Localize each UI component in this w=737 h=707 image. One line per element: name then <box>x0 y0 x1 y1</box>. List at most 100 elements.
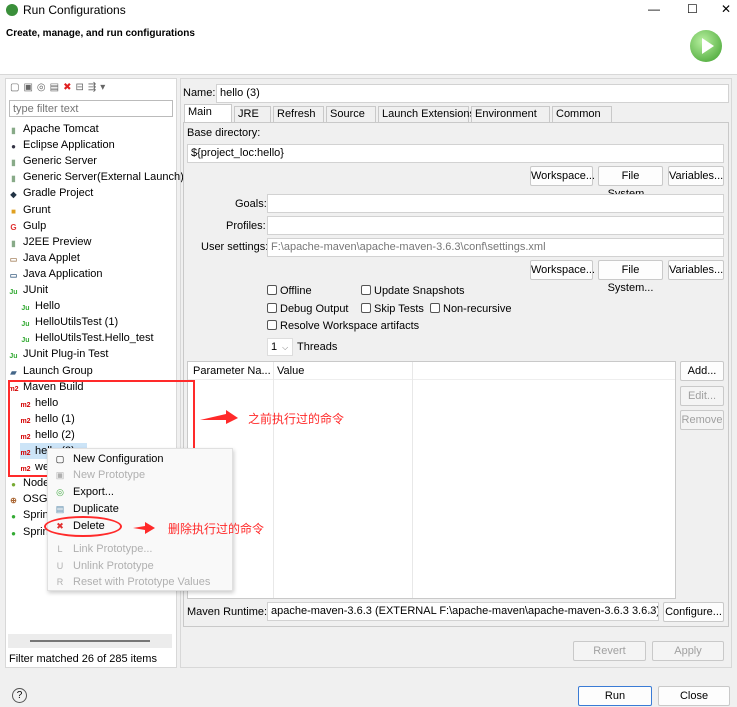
spring-icon: ● <box>11 512 16 522</box>
threads-select[interactable]: 1 ⌵ <box>267 338 293 356</box>
file-system-button[interactable]: File System... <box>598 166 663 200</box>
tab-source[interactable]: Source <box>326 106 376 122</box>
column-header-parameter[interactable]: Parameter Na... <box>193 365 271 377</box>
tree-item[interactable]: ▭ Java Application <box>8 266 103 282</box>
edit-button[interactable]: Edit... <box>680 386 724 406</box>
tab-jre[interactable]: JRE <box>234 106 271 122</box>
workspace-button[interactable]: Workspace... <box>530 166 595 186</box>
tree-item-label: Generic Server(External Launch) <box>23 171 184 184</box>
tree-item[interactable]: ⊕ OSGi <box>8 491 50 507</box>
menu-reset-prototype: R Reset with Prototype Values <box>56 576 211 588</box>
maximize-button[interactable]: ☐ <box>687 2 698 16</box>
tab-refresh[interactable]: Refresh <box>273 106 324 122</box>
user-settings-input[interactable]: F:\apache-maven\apache-maven-3.6.3\conf\… <box>267 238 724 257</box>
revert-button[interactable]: Revert <box>573 641 646 661</box>
tree-item-label: Gulp <box>23 219 47 232</box>
window-title: Run Configurations <box>23 3 126 17</box>
base-dir-input[interactable]: ${project_loc:hello} <box>187 144 724 163</box>
tree-item[interactable]: G Gulp <box>8 218 46 234</box>
file-system-button-2[interactable]: File System... <box>598 260 663 294</box>
tree-item[interactable]: ▮ Apache Tomcat <box>8 121 99 137</box>
profiles-label: Profiles: <box>226 220 266 232</box>
tree-item[interactable]: Ju JUnit <box>8 282 48 298</box>
tree-item[interactable]: ● Eclipse Application <box>8 137 115 153</box>
add-button[interactable]: Add... <box>680 361 724 381</box>
apply-button[interactable]: Apply <box>652 641 724 661</box>
remove-button[interactable]: Remove <box>680 410 724 430</box>
close-window-button[interactable]: ✕ <box>721 2 731 16</box>
menu-new-prototype: ▣ New Prototype <box>55 469 146 481</box>
tree-item[interactable]: ▭ Java Applet <box>8 250 80 266</box>
tree-item[interactable]: Ju HelloUtilsTest (1) <box>20 314 118 330</box>
run-button[interactable]: Run <box>578 686 652 706</box>
new-proto-icon[interactable]: ▣ <box>23 82 36 93</box>
tree-item-label: Apache Tomcat <box>23 123 99 135</box>
new-config-icon[interactable]: ▢ <box>10 82 23 93</box>
menu-duplicate[interactable]: ▤ Duplicate <box>48 501 234 517</box>
menu-export[interactable]: ◎ Export... <box>48 484 234 500</box>
maven-runtime-select[interactable]: apache-maven-3.6.3 (EXTERNAL F:\apache-m… <box>267 602 659 621</box>
filter-input[interactable] <box>9 100 173 117</box>
link-icon: L <box>57 544 63 554</box>
tree-item[interactable]: ● Node <box>8 475 49 491</box>
annotation-arrow-top <box>200 410 238 424</box>
maven-runtime-label: Maven Runtime: <box>187 606 268 618</box>
tree-item[interactable]: ■ Grunt <box>8 202 50 218</box>
filter-icon[interactable]: ⇶ <box>88 82 100 93</box>
menu-dropdown-icon[interactable]: ▾ <box>100 82 109 93</box>
goals-label: Goals: <box>235 198 267 210</box>
variables-button-2[interactable]: Variables... <box>668 260 724 280</box>
tree-toolbar: ▢▣◎▤✖⊟⇶▾ <box>10 82 109 93</box>
tree-item[interactable]: ▮ Generic Server <box>8 153 97 169</box>
filter-status: Filter matched 26 of 285 items <box>9 653 157 665</box>
osgi-icon: ⊕ <box>10 496 17 506</box>
workspace-button-2[interactable]: Workspace... <box>530 260 595 280</box>
collapse-icon[interactable]: ⊟ <box>75 82 87 93</box>
unlink-icon: U <box>56 561 64 571</box>
configure-button[interactable]: Configure... <box>663 602 724 622</box>
grunt-icon: ■ <box>11 206 16 216</box>
resolve-workspace-checkbox[interactable]: Resolve Workspace artifacts <box>267 320 419 332</box>
skip-tests-checkbox[interactable]: Skip Tests <box>361 303 424 315</box>
tree-item[interactable]: Ju HelloUtilsTest.Hello_test <box>20 330 153 346</box>
parameter-table[interactable]: Parameter Na... Value <box>187 361 676 599</box>
offline-checkbox[interactable]: Offline <box>267 285 312 297</box>
tree-item[interactable]: ● Sprin <box>8 507 49 523</box>
threads-label: Threads <box>297 341 338 353</box>
export-icon[interactable]: ◎ <box>37 82 50 93</box>
annotation-ellipse <box>44 516 122 537</box>
profiles-input[interactable] <box>267 216 724 235</box>
tree-item-label: Launch Group <box>23 364 93 377</box>
close-button[interactable]: Close <box>658 686 730 706</box>
tree-item[interactable]: Ju Hello <box>20 298 60 314</box>
help-icon[interactable]: ? <box>12 688 27 703</box>
tab-environment[interactable]: Environment <box>471 106 550 122</box>
tab-launch-extensions[interactable]: Launch Extensions <box>378 106 475 122</box>
minimize-button[interactable]: — <box>648 2 660 16</box>
horizontal-scrollbar[interactable] <box>8 634 172 648</box>
name-input[interactable]: hello (3) <box>216 84 729 103</box>
duplicate-icon: ▤ <box>55 504 65 514</box>
delete-icon[interactable]: ✖ <box>63 82 75 93</box>
debug-output-checkbox[interactable]: Debug Output <box>267 303 349 315</box>
tree-item-label: Java Application <box>23 267 103 280</box>
tree-item[interactable]: Ju JUnit Plug-in Test <box>8 346 108 362</box>
tab-common[interactable]: Common <box>552 106 612 122</box>
menu-new-configuration[interactable]: ▢ New Configuration <box>48 451 234 467</box>
new-proto-icon: ▣ <box>55 470 65 480</box>
tree-item[interactable]: ▮ J2EE Preview <box>8 234 91 250</box>
update-snapshots-checkbox[interactable]: Update Snapshots <box>361 285 465 297</box>
non-recursive-checkbox[interactable]: Non-recursive <box>430 303 511 315</box>
tab-main[interactable]: Main <box>184 104 232 123</box>
tree-item[interactable]: ● Sprin <box>8 524 49 540</box>
new-config-icon: ▢ <box>55 454 65 464</box>
annotation-text-bottom: 删除执行过的命令 <box>168 522 265 536</box>
column-header-value[interactable]: Value <box>277 365 304 377</box>
tree-item[interactable]: ▮ Generic Server(External Launch) <box>8 169 184 185</box>
variables-button[interactable]: Variables... <box>668 166 724 186</box>
goals-input[interactable] <box>267 194 724 213</box>
spring-icon: ● <box>11 528 16 538</box>
tree-item[interactable]: ◆ Gradle Project <box>8 185 93 201</box>
tree-item[interactable]: ▰ Launch Group <box>8 363 93 379</box>
duplicate-icon[interactable]: ▤ <box>50 82 63 93</box>
